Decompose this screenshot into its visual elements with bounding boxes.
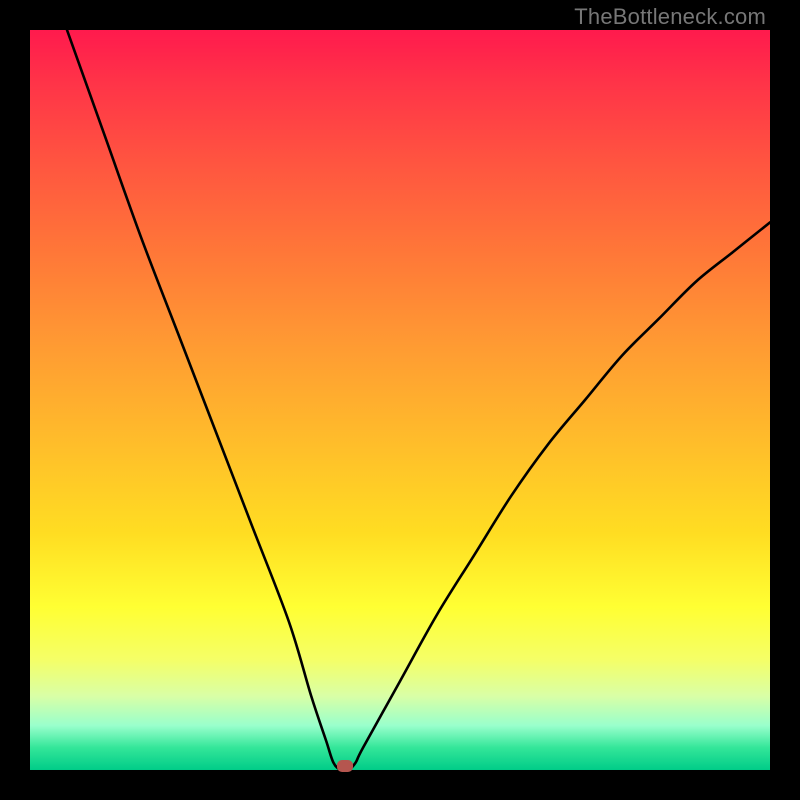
curve-svg	[30, 30, 770, 770]
optimal-marker	[337, 760, 353, 772]
chart-container: TheBottleneck.com	[0, 0, 800, 800]
watermark-text: TheBottleneck.com	[574, 4, 766, 30]
bottleneck-curve	[67, 30, 770, 770]
plot-area	[30, 30, 770, 770]
